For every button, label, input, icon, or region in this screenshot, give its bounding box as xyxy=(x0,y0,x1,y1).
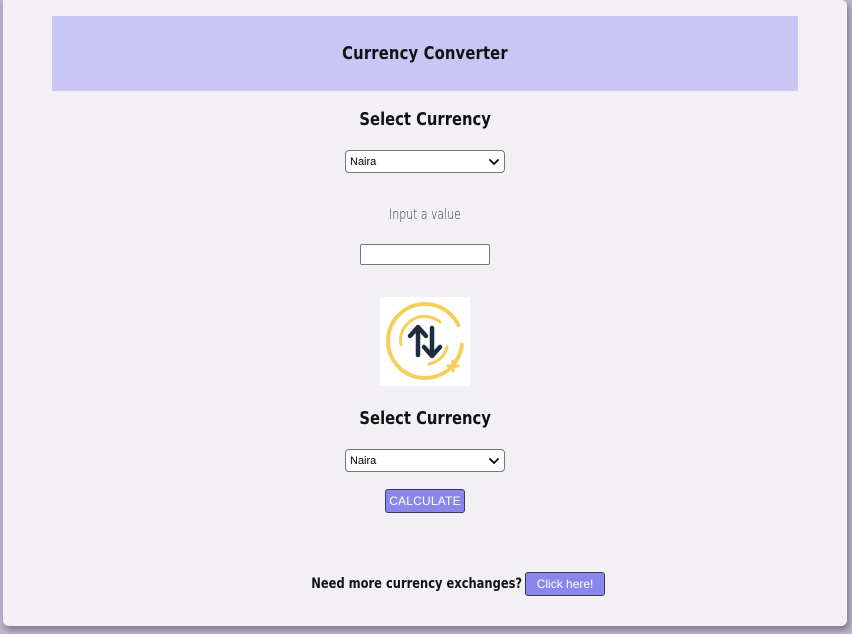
to-currency-value: Naira xyxy=(350,454,377,467)
footer-prompt: Need more currency exchanges? xyxy=(311,576,523,592)
chevron-down-icon xyxy=(489,457,499,464)
calculate-button[interactable]: CALCULATE xyxy=(385,489,465,513)
converter-card: Currency Converter Select Currency Naira… xyxy=(3,0,847,626)
to-currency-heading: Select Currency xyxy=(359,408,491,429)
from-currency-select[interactable]: Naira xyxy=(345,150,505,173)
to-currency-select[interactable]: Naira xyxy=(345,449,505,472)
app-header: Currency Converter xyxy=(52,16,798,91)
amount-input[interactable] xyxy=(360,244,490,265)
swap-currency-button[interactable] xyxy=(380,297,470,386)
swap-arrows-icon xyxy=(386,302,464,380)
app-title: Currency Converter xyxy=(342,43,508,64)
more-exchanges-button[interactable]: Click here! xyxy=(525,572,606,596)
from-currency-heading: Select Currency xyxy=(359,109,491,130)
from-currency-value: Naira xyxy=(350,155,377,168)
amount-label: Input a value xyxy=(389,207,461,223)
footer: Need more currency exchanges? Click here… xyxy=(3,572,847,596)
chevron-down-icon xyxy=(489,158,499,165)
